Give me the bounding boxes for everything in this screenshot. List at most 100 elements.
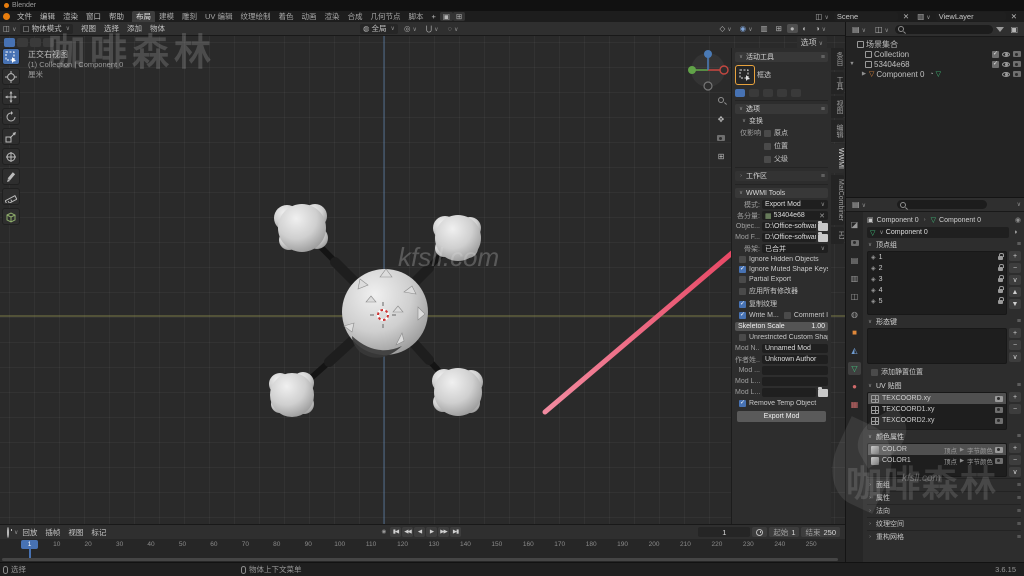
model-blob-upper-left[interactable] [274,204,328,252]
vertex-group-row[interactable]: ◈1 [868,252,1006,263]
collapsed-panel-header[interactable]: ›面组≡ [867,478,1021,491]
add-cube-tool[interactable] [2,208,20,225]
sidebar-tab[interactable]: WWMI [831,144,844,173]
hide-eye-icon[interactable] [1002,62,1010,67]
affect-parents-checkbox[interactable] [764,156,771,163]
hide-eye-icon[interactable] [1002,52,1010,57]
skeleton-scale-slider[interactable]: Skeleton Scale1.00 [735,322,828,331]
breadcrumb-data[interactable]: Component 0 [939,217,981,224]
select-mode-intersect-icon[interactable] [791,89,801,97]
lock-icon[interactable] [998,289,1003,293]
move-up-button[interactable]: ▲ [1009,287,1021,297]
wwmi-mode-dropdown[interactable]: Export Mod∨ [762,200,828,209]
navigation-gizmo[interactable] [688,50,728,90]
play-reverse-button[interactable]: ◀ [414,527,425,537]
data-name-field[interactable]: ▽∨Component 0 [867,227,1009,238]
workspace-pin-icon[interactable]: ⊞ [453,12,465,21]
sidebar-tab[interactable]: 编辑 [831,120,844,142]
shading-material-icon[interactable]: ◐ [800,24,811,33]
tab-world-icon[interactable]: ◍ [848,308,861,321]
frame-end-field[interactable]: 结束250 [801,527,840,537]
comment-ini-checkbox[interactable] [784,312,791,319]
annotate-tool[interactable] [2,168,20,185]
panel-vertex-groups[interactable]: ∨顶点组≡ [867,239,1021,250]
filter-icon[interactable] [996,27,1004,32]
sidebar-tab[interactable]: 视图 [831,96,844,118]
viewport-menu-item[interactable]: 物体 [146,23,169,34]
remove-button[interactable]: − [1009,404,1021,414]
panel-menu-icon[interactable]: ≡ [821,54,825,61]
transform-tool[interactable] [2,148,20,165]
properties-editor-type-icon[interactable]: ▤∨ [849,200,869,209]
blender-menu-icon[interactable] [3,13,10,20]
outliner-row-component[interactable]: ▶▽ Component 0 ◔ ▽ [846,69,1024,79]
gizmo-toggle-icon[interactable]: ◇∨ [716,24,734,33]
outliner-editor-type-icon[interactable]: ▤∨ [849,25,869,34]
scene-unlink-icon[interactable]: ✕ [900,12,912,21]
mod-link-field[interactable] [762,377,828,386]
viewlayer-icon[interactable]: ▥∨ [914,12,934,21]
specials-menu-button[interactable]: ∨ [1009,352,1021,362]
jump-to-end-button[interactable]: ▶▮ [450,527,461,537]
active-tool-mode-icon[interactable] [4,38,15,47]
collapsed-panel-header[interactable]: ›纹理空间≡ [867,517,1021,530]
wwmi-component-field[interactable]: ▦53404e68✕ [762,211,828,220]
partial-export-checkbox[interactable] [739,276,746,283]
export-mod-button[interactable]: Export Mod [737,411,826,422]
vertex-group-row[interactable]: ◈3 [868,274,1006,285]
lock-icon[interactable] [998,278,1003,282]
remove-temp-checkbox[interactable] [739,400,746,407]
wwmi-skeleton-dropdown[interactable]: 已合并∨ [762,244,828,253]
folder-browse-icon[interactable] [818,223,828,231]
overlays-toggle-icon[interactable]: ◉∨ [737,24,756,33]
orientation-dropdown[interactable]: ◍全局∨ [360,24,398,34]
next-keyframe-button[interactable]: ▶▶ [438,527,449,537]
shield-icon[interactable]: ◗ [1011,229,1021,236]
measure-tool[interactable] [2,188,20,205]
timeline-menu-item[interactable]: 插帧 [41,527,64,538]
shading-wireframe-icon[interactable]: ⊞ [773,24,785,33]
snap-magnet-icon[interactable]: ⋃∨ [423,24,442,33]
remove-button[interactable]: − [1009,340,1021,350]
mod-desc-field[interactable] [762,366,828,375]
move-down-button[interactable]: ▼ [1009,299,1021,309]
play-button[interactable]: ▶ [426,527,437,537]
panel-menu-icon[interactable]: ≡ [1017,534,1021,541]
panel-color-attributes[interactable]: ∨颜色属性≡ [867,431,1021,442]
lock-icon[interactable] [998,300,1003,304]
panel-workspace[interactable]: ›工作区≡ [735,171,828,181]
outliner-row-collection[interactable]: Collection [846,49,1024,59]
workspace-tab[interactable]: 动画 [298,11,321,22]
viewport-menu-item[interactable]: 添加 [123,23,146,34]
panel-uv-maps[interactable]: ∨UV 贴图≡ [867,380,1021,391]
gizmo-axis-y-icon[interactable] [688,66,696,74]
folder-browse-icon[interactable] [818,234,828,242]
collapsed-panel-header[interactable]: ›法向≡ [867,504,1021,517]
render-active-icon[interactable] [995,407,1003,413]
render-visibility-icon[interactable] [1013,61,1021,67]
outliner-options-icon[interactable]: ▣ [1007,25,1021,34]
write-mod-checkbox[interactable] [739,312,746,319]
workspace-tab[interactable]: 合成 [344,11,367,22]
select-mode-subtract-icon[interactable] [763,89,773,97]
vertex-group-row[interactable]: ◈5 [868,296,1006,307]
panel-menu-icon[interactable]: ≡ [1017,318,1021,325]
tab-object-data-icon[interactable]: ▽ [848,362,861,375]
folder-browse-icon[interactable] [818,389,828,397]
ortho-toggle-icon[interactable]: ⊞ [714,149,728,163]
properties-search-input[interactable] [897,200,987,209]
tool-mode-extend-icon[interactable] [17,38,28,47]
mode-dropdown[interactable]: ▢物体模式∨ [20,24,74,34]
panel-menu-icon[interactable]: ≡ [1017,241,1021,248]
render-active-icon[interactable] [995,447,1003,453]
viewport-menu-item[interactable]: 视图 [77,23,100,34]
ignore-muted-checkbox[interactable] [739,266,746,273]
editor-type-icon[interactable]: ◫∨ [0,24,20,33]
tab-render-icon[interactable] [848,236,861,249]
workspace-tab[interactable]: 纹理绘制 [237,11,275,22]
scale-tool[interactable] [2,128,20,145]
camera-view-icon[interactable] [714,131,728,145]
outliner-display-mode-icon[interactable]: ◫∨ [872,25,892,34]
remove-button[interactable]: − [1009,263,1021,273]
remove-button[interactable]: − [1009,455,1021,465]
